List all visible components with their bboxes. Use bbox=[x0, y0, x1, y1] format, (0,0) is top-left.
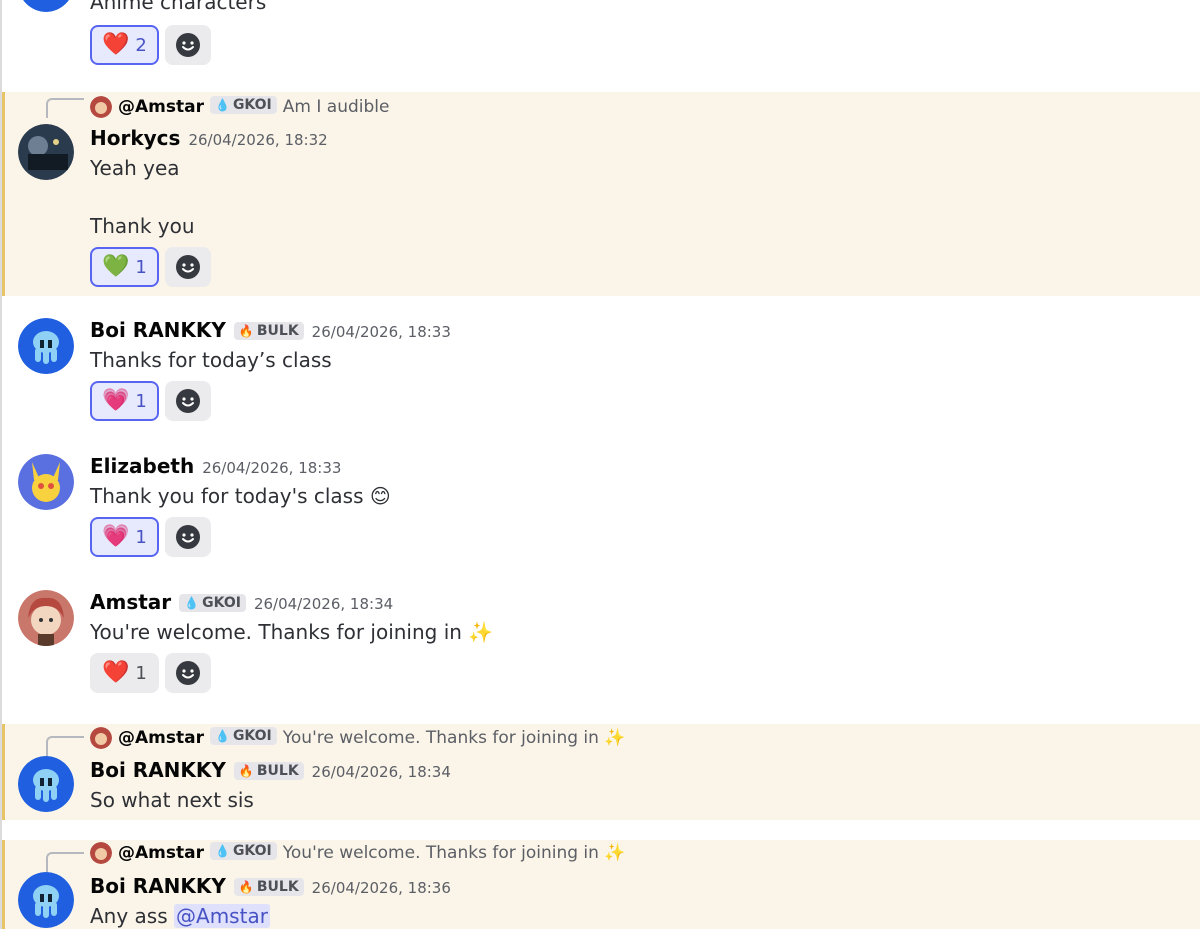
smiley-add-icon bbox=[175, 33, 200, 57]
reply-text: You're welcome. Thanks for joining in ✨ bbox=[282, 728, 626, 748]
message-boi-rankky-reply-2: @Amstar 💧 GKOI You're welcome. Thanks for… bbox=[2, 840, 1200, 929]
message-text: Anime characters bbox=[90, 0, 267, 14]
flame-icon: 🔥 bbox=[238, 880, 254, 894]
reply-preview[interactable]: @Amstar 💧 GKOI Am I audible bbox=[90, 96, 389, 118]
message-text: Thank you bbox=[90, 214, 195, 238]
message-amstar: Amstar 💧 GKOI 26/04/2026, 18:34 You're we… bbox=[2, 588, 1200, 708]
message-text: Yeah yea bbox=[90, 156, 180, 180]
avatar[interactable] bbox=[18, 124, 74, 180]
avatar[interactable] bbox=[18, 454, 74, 510]
heart-emoji: ❤️ bbox=[102, 32, 130, 57]
username[interactable]: Boi RANKKY bbox=[90, 318, 226, 342]
reaction-count: 1 bbox=[135, 526, 147, 548]
guild-tag: 🔥 BULK bbox=[233, 762, 304, 780]
message-text: Thanks for today’s class bbox=[90, 348, 332, 372]
reply-connector bbox=[46, 736, 84, 756]
guild-tag: 💧 GKOI bbox=[209, 96, 277, 114]
username[interactable]: Horkycs bbox=[90, 126, 180, 150]
add-reaction-button[interactable] bbox=[164, 381, 211, 421]
guild-tag: 🔥 BULK bbox=[233, 322, 304, 340]
timestamp: 26/04/2026, 18:36 bbox=[311, 879, 451, 897]
timestamp: 26/04/2026, 18:33 bbox=[202, 459, 342, 477]
reply-connector bbox=[46, 852, 84, 872]
avatar[interactable] bbox=[18, 318, 74, 374]
avatar[interactable] bbox=[18, 756, 74, 812]
smiley-add-icon bbox=[175, 525, 200, 549]
message-text: Any ass @Amstar bbox=[90, 902, 1190, 929]
reaction-count: 1 bbox=[135, 256, 147, 278]
reply-preview[interactable]: @Amstar 💧 GKOI You're welcome. Thanks for… bbox=[90, 727, 626, 749]
smiley-add-icon bbox=[175, 661, 200, 685]
avatar bbox=[90, 727, 112, 749]
reply-author: @Amstar bbox=[118, 97, 204, 117]
reaction-count: 1 bbox=[135, 662, 147, 684]
guild-tag: 💧 GKOI bbox=[209, 727, 277, 745]
message-text: Thank you for today's class 😊 bbox=[90, 484, 391, 508]
reply-author: @Amstar bbox=[118, 843, 204, 863]
reply-connector bbox=[46, 98, 84, 118]
reaction-pink-heart[interactable]: 💗 1 bbox=[90, 381, 159, 421]
avatar[interactable] bbox=[18, 872, 74, 928]
username[interactable]: Elizabeth bbox=[90, 454, 194, 478]
reaction-pink-heart[interactable]: 💗 1 bbox=[90, 517, 159, 557]
reply-text: Am I audible bbox=[282, 97, 390, 117]
reaction-count: 2 bbox=[135, 34, 147, 56]
guild-tag: 💧 GKOI bbox=[179, 594, 246, 612]
avatar[interactable] bbox=[18, 0, 74, 12]
timestamp: 26/04/2026, 18:33 bbox=[311, 323, 451, 341]
message-partial: Anime characters ❤️ 2 bbox=[2, 0, 1200, 80]
timestamp: 26/04/2026, 18:34 bbox=[253, 595, 394, 613]
message-text-prefix: Any ass bbox=[90, 904, 175, 928]
pink-heart-emoji: 💗 bbox=[102, 388, 130, 413]
heart-emoji: ❤️ bbox=[102, 660, 130, 685]
green-heart-emoji: 💚 bbox=[102, 254, 130, 279]
pink-heart-emoji: 💗 bbox=[102, 524, 130, 549]
message-text: You're welcome. Thanks for joining in ✨ bbox=[90, 620, 494, 644]
reply-author: @Amstar bbox=[118, 728, 204, 748]
add-reaction-button[interactable] bbox=[164, 247, 211, 287]
smiley-add-icon bbox=[175, 255, 200, 279]
avatar bbox=[90, 842, 112, 864]
message-text bbox=[90, 183, 1190, 212]
message-elizabeth: Elizabeth 26/04/2026, 18:33 Thank you fo… bbox=[2, 452, 1200, 572]
timestamp: 26/04/2026, 18:32 bbox=[188, 131, 328, 149]
guild-tag: 💧 GKOI bbox=[209, 842, 277, 860]
droplet-icon: 💧 bbox=[214, 844, 230, 858]
droplet-icon: 💧 bbox=[184, 596, 200, 610]
flame-icon: 🔥 bbox=[238, 764, 254, 778]
reaction-heart[interactable]: ❤️ 2 bbox=[90, 25, 159, 65]
user-mention[interactable]: @Amstar bbox=[174, 904, 270, 928]
add-reaction-button[interactable] bbox=[164, 517, 211, 557]
timestamp: 26/04/2026, 18:34 bbox=[311, 763, 451, 781]
smiley-add-icon bbox=[175, 389, 200, 413]
reply-text: You're welcome. Thanks for joining in ✨ bbox=[282, 843, 626, 863]
add-reaction-button[interactable] bbox=[164, 25, 211, 65]
avatar[interactable] bbox=[18, 590, 74, 646]
reaction-green-heart[interactable]: 💚 1 bbox=[90, 247, 159, 287]
droplet-icon: 💧 bbox=[214, 729, 230, 743]
message-boi-rankky: Boi RANKKY 🔥 BULK 26/04/2026, 18:33 Thank… bbox=[2, 316, 1200, 436]
add-reaction-button[interactable] bbox=[164, 653, 211, 693]
username[interactable]: Amstar bbox=[90, 590, 171, 614]
flame-icon: 🔥 bbox=[238, 324, 254, 338]
guild-tag: 🔥 BULK bbox=[233, 878, 304, 896]
avatar bbox=[90, 96, 112, 118]
message-boi-rankky-reply: @Amstar 💧 GKOI You're welcome. Thanks for… bbox=[2, 724, 1200, 820]
username[interactable]: Boi RANKKY bbox=[90, 758, 226, 782]
message-text: So what next sis bbox=[90, 788, 254, 812]
droplet-icon: 💧 bbox=[214, 98, 230, 112]
username[interactable]: Boi RANKKY bbox=[90, 874, 226, 898]
reaction-count: 1 bbox=[135, 390, 147, 412]
reply-preview[interactable]: @Amstar 💧 GKOI You're welcome. Thanks for… bbox=[90, 842, 626, 864]
message-horkycs: @Amstar 💧 GKOI Am I audible Horkycs 26/04… bbox=[2, 92, 1200, 296]
reaction-heart[interactable]: ❤️ 1 bbox=[90, 653, 159, 693]
